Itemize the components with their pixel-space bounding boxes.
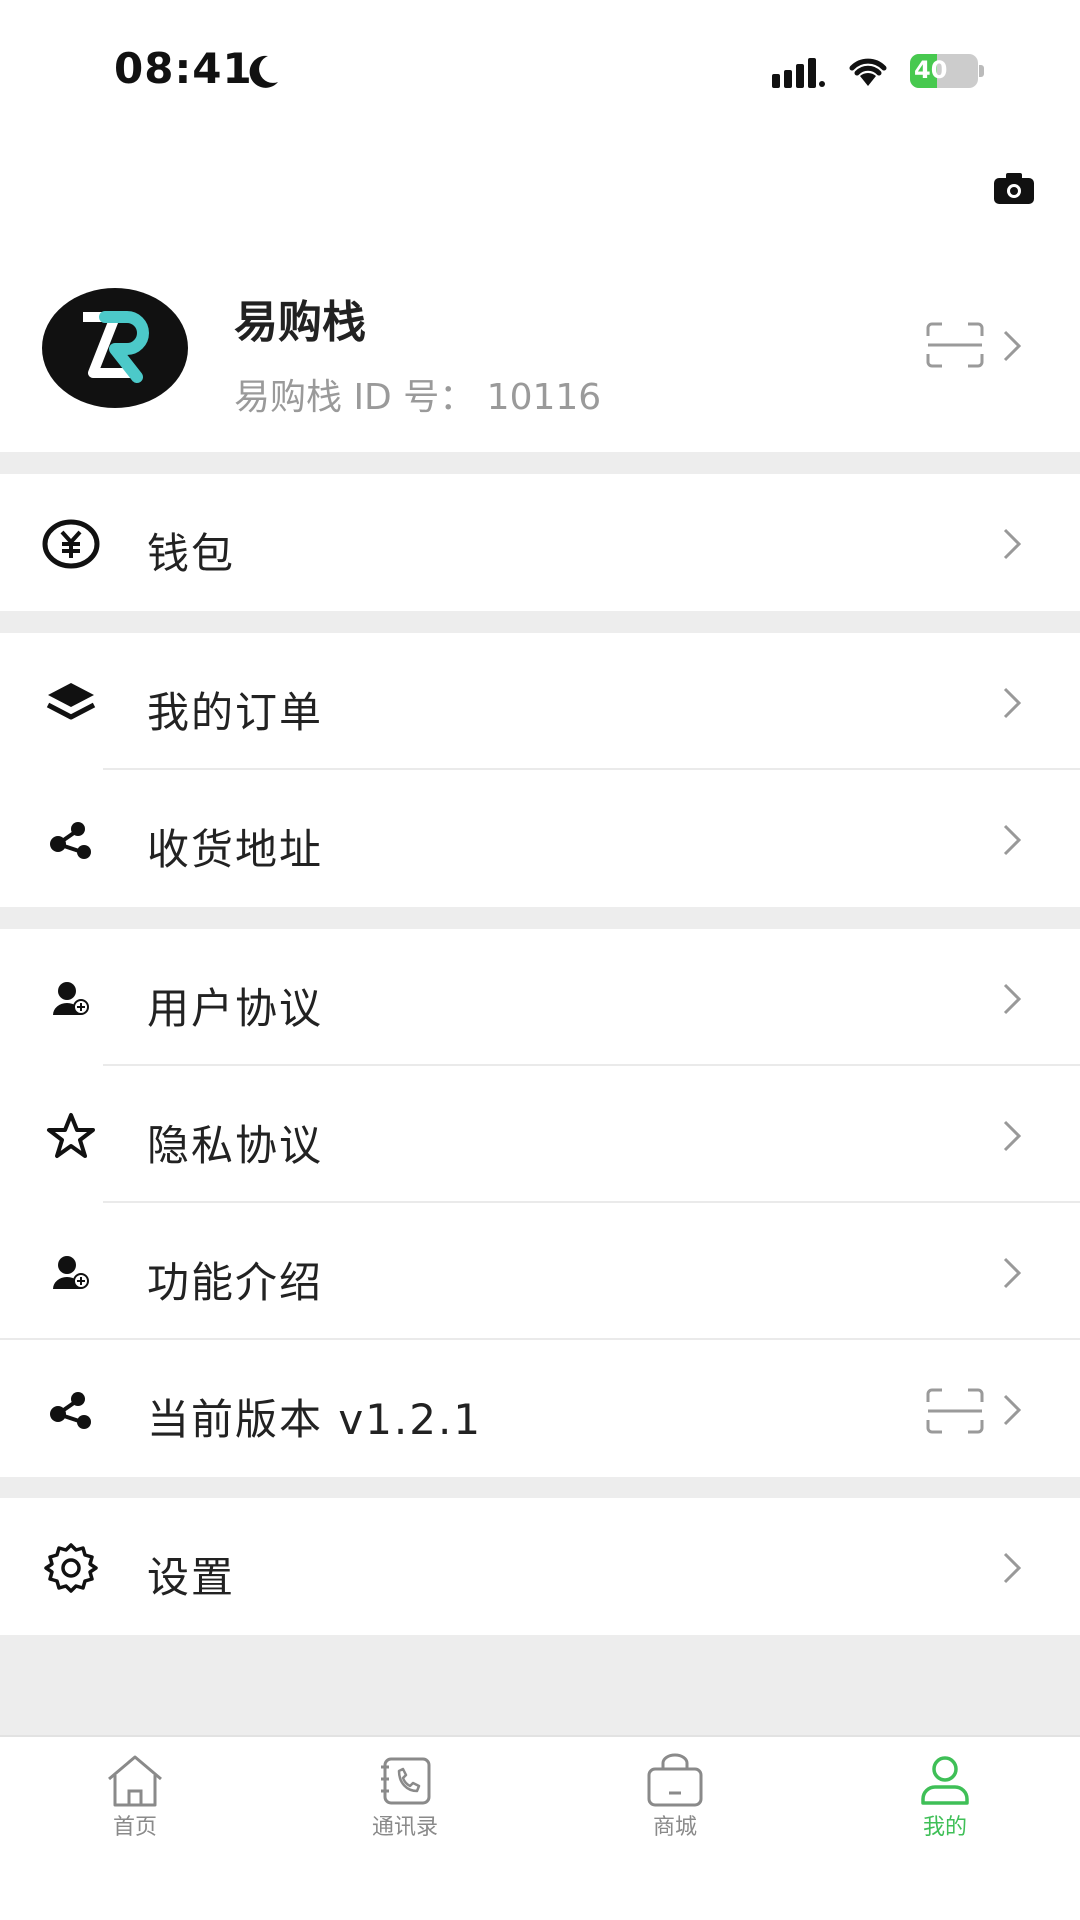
chevron-right-icon xyxy=(1003,1120,1021,1152)
menu-label-settings: 设置 xyxy=(147,1553,236,1602)
tab-label-home: 首页 xyxy=(112,1815,157,1840)
info-section: 用户协议 隐私协议 功能介绍 当前版本 v1.2.1 xyxy=(0,929,1080,1477)
user-add-icon xyxy=(42,1247,100,1299)
tab-label-contacts: 通讯录 xyxy=(371,1815,438,1840)
qr-code-icon[interactable] xyxy=(926,322,984,368)
menu-label-orders: 我的订单 xyxy=(147,688,324,737)
home-icon xyxy=(108,1755,162,1807)
menu-label-privacy: 隐私协议 xyxy=(147,1121,324,1170)
tab-contacts[interactable]: 通讯录 xyxy=(270,1737,540,1857)
chevron-right-icon xyxy=(1003,1394,1021,1426)
menu-label-wallet: 钱包 xyxy=(147,529,236,578)
bottom-tab-bar: 首页 通讯录 商城 我的 xyxy=(0,1735,1080,1920)
chevron-right-icon xyxy=(1003,528,1021,560)
qr-code-icon xyxy=(926,1388,984,1434)
menu-label-user-agreement: 用户协议 xyxy=(147,984,324,1033)
gear-icon xyxy=(42,1542,100,1594)
chevron-right-icon xyxy=(1003,1552,1021,1584)
wifi-icon xyxy=(849,58,887,86)
tab-shop[interactable]: 商城 xyxy=(540,1737,810,1857)
chevron-right-icon xyxy=(1003,330,1021,362)
menu-label-address: 收货地址 xyxy=(147,825,324,874)
header-row xyxy=(0,140,1080,260)
menu-item-features[interactable]: 功能介绍 xyxy=(0,1203,1080,1340)
orders-section: 我的订单 收货地址 xyxy=(0,633,1080,907)
camera-icon[interactable] xyxy=(994,172,1034,206)
chevron-right-icon xyxy=(1003,983,1021,1015)
tab-home[interactable]: 首页 xyxy=(0,1737,270,1857)
app-logo-icon xyxy=(83,311,149,383)
status-time: 08:41 xyxy=(114,44,253,93)
share-nodes-icon xyxy=(42,1384,100,1436)
chevron-right-icon xyxy=(1003,824,1021,856)
menu-item-settings[interactable]: 设置 xyxy=(0,1498,1080,1635)
menu-item-address[interactable]: 收货地址 xyxy=(0,770,1080,907)
menu-item-version[interactable]: 当前版本 v1.2.1 xyxy=(0,1340,1080,1477)
menu-label-features: 功能介绍 xyxy=(147,1258,324,1307)
menu-label-version: 当前版本 v1.2.1 xyxy=(147,1395,483,1444)
shop-bag-icon xyxy=(647,1753,703,1807)
profile-id: 易购栈 ID 号： 10116 xyxy=(234,377,602,418)
share-nodes-icon xyxy=(42,814,100,866)
contacts-icon xyxy=(381,1757,431,1805)
moon-icon xyxy=(249,55,278,88)
person-icon xyxy=(921,1756,969,1805)
profile-name: 易购栈 xyxy=(234,297,366,348)
wallet-section: 钱包 xyxy=(0,474,1080,611)
menu-item-wallet[interactable]: 钱包 xyxy=(0,474,1080,611)
layers-icon xyxy=(42,677,100,729)
star-icon xyxy=(42,1110,100,1162)
yuan-coin-icon xyxy=(42,518,100,570)
status-bar: 08:41 40 xyxy=(0,0,1080,140)
chevron-right-icon xyxy=(1003,687,1021,719)
profile-card[interactable]: 易购栈 易购栈 ID 号： 10116 xyxy=(0,260,1080,452)
menu-item-privacy[interactable]: 隐私协议 xyxy=(0,1066,1080,1203)
tab-label-shop: 商城 xyxy=(652,1815,697,1840)
battery-percent: 40 xyxy=(914,56,948,84)
user-add-icon xyxy=(42,973,100,1025)
tab-label-mine: 我的 xyxy=(922,1815,967,1840)
settings-section: 设置 xyxy=(0,1498,1080,1635)
battery-indicator: 40 xyxy=(910,54,984,88)
tab-mine[interactable]: 我的 xyxy=(810,1737,1080,1857)
menu-item-orders[interactable]: 我的订单 xyxy=(0,633,1080,770)
signal-icon xyxy=(772,58,825,88)
chevron-right-icon xyxy=(1003,1257,1021,1289)
avatar[interactable] xyxy=(42,288,188,408)
menu-item-user-agreement[interactable]: 用户协议 xyxy=(0,929,1080,1066)
